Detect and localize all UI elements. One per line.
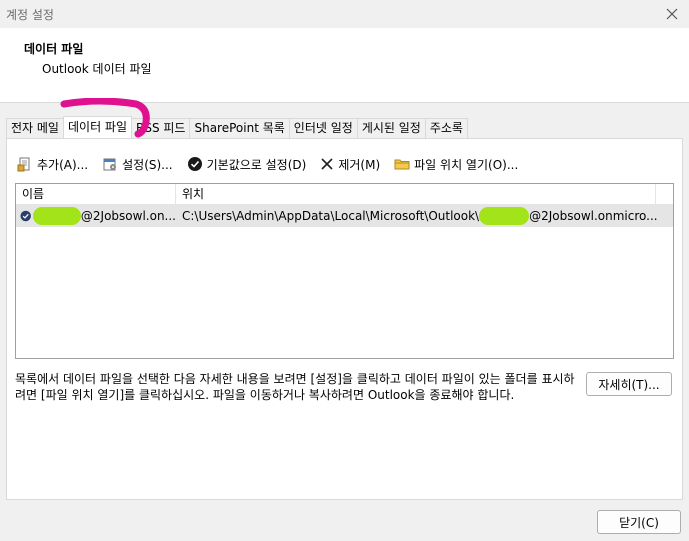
settings-button-label: 설정(S)... [122,157,173,172]
account-settings-dialog: 계정 설정 데이터 파일 Outlook 데이터 파일 전자 메일 데이터 파일… [0,0,689,541]
description-text: 목록에서 데이터 파일을 선택한 다음 자세한 내용을 보려면 [설정]을 클릭… [15,372,575,402]
window-title: 계정 설정 [6,8,54,22]
set-default-button-label: 기본값으로 설정(D) [206,157,307,172]
tab-published-calendars[interactable]: 게시된 일정 [356,118,426,138]
open-file-location-label: 파일 위치 열기(O)... [414,157,519,172]
data-files-panel: 추가(A)... 설정(S)... 기본값으로 설정(D) 제거(M) 파일 위… [6,138,683,500]
close-icon[interactable] [659,2,685,26]
tab-internet-calendars[interactable]: 인터넷 일정 [288,118,358,138]
header-subtitle: Outlook 데이터 파일 [42,62,152,76]
row-location-suffix: @2Jobsowl.onmicro... [529,209,658,223]
folder-icon [394,159,410,170]
title-bar: 계정 설정 [0,0,689,28]
remove-button-label: 제거(M) [338,157,381,172]
list-header: 이름 위치 [16,184,673,205]
column-header-location[interactable]: 위치 [176,184,656,204]
default-check-icon [20,210,31,222]
tab-data-files[interactable]: 데이터 파일 [62,116,132,138]
tab-email[interactable]: 전자 메일 [6,118,64,138]
remove-button[interactable]: 제거(M) [320,153,380,175]
redacted-name [33,207,81,225]
header-title: 데이터 파일 [24,42,84,56]
row-location-text: C:\Users\Admin\AppData\Local\Microsoft\O… [182,209,480,223]
redacted-location [479,207,530,225]
open-file-location-button[interactable]: 파일 위치 열기(O)... [394,153,518,175]
row-name-cell: @2Jobsowl.on... [16,207,176,225]
dialog-header: 데이터 파일 Outlook 데이터 파일 [0,28,689,103]
check-circle-icon [187,157,202,171]
remove-x-icon [321,158,333,170]
row-name-text: @2Jobsowl.on... [80,209,176,223]
column-header-name[interactable]: 이름 [16,184,176,204]
settings-button[interactable]: 설정(S)... [102,153,173,175]
data-file-list: 이름 위치 @2Jobsowl.on... C:\Users\Admin\App… [15,183,674,359]
set-default-button[interactable]: 기본값으로 설정(D) [187,153,307,175]
toolbar: 추가(A)... 설정(S)... 기본값으로 설정(D) 제거(M) 파일 위… [17,153,532,175]
settings-file-icon [103,158,117,171]
details-button[interactable]: 자세히(T)... [586,372,672,396]
add-file-icon [17,157,30,172]
tab-sharepoint-lists[interactable]: SharePoint 목록 [189,118,290,138]
tab-address-books[interactable]: 주소록 [424,118,468,138]
tab-rss-feeds[interactable]: RSS 피드 [131,118,191,138]
add-button[interactable]: 추가(A)... [17,153,88,175]
tab-strip: 전자 메일 데이터 파일 RSS 피드 SharePoint 목록 인터넷 일정… [6,116,468,138]
close-button[interactable]: 닫기(C) [597,510,681,534]
table-row[interactable]: @2Jobsowl.on... C:\Users\Admin\AppData\L… [16,205,673,227]
row-location-cell: C:\Users\Admin\AppData\Local\Microsoft\O… [176,207,666,225]
add-button-label: 추가(A)... [37,157,89,172]
